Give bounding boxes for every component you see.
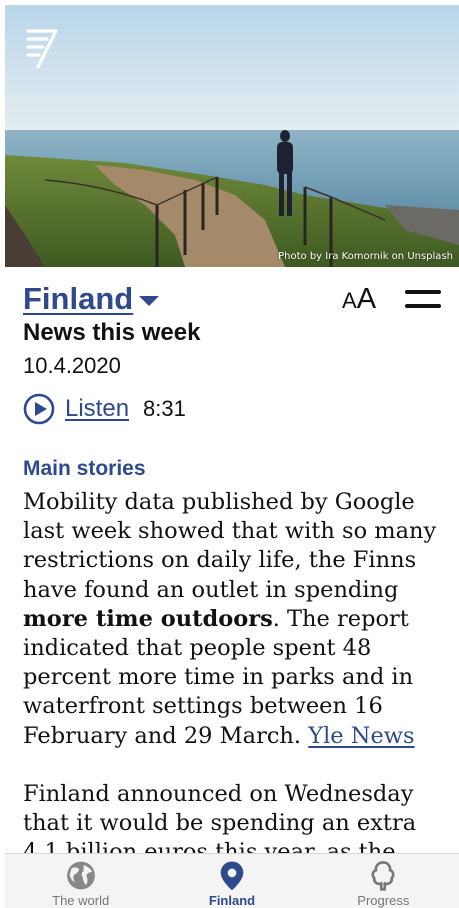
menu-bar-bottom <box>405 304 441 308</box>
paragraph-emphasis: more time outdoors <box>23 605 273 632</box>
font-size-large-glyph: A <box>356 283 377 315</box>
issue-date: 10.4.2020 <box>23 353 121 378</box>
hero-image: Photo by Ira Komornik on Unsplash <box>5 5 459 267</box>
tab-finland[interactable]: Finland <box>156 854 307 908</box>
audio-player[interactable]: Listen 8:31 <box>23 393 186 425</box>
play-icon[interactable] <box>23 393 55 425</box>
region-title[interactable]: Finland <box>23 281 133 317</box>
article-body: Mobility data published by Google last w… <box>23 488 453 896</box>
font-size-button[interactable]: AA <box>342 283 376 316</box>
tab-label: The world <box>52 893 110 908</box>
section-title: Main stories <box>23 457 146 480</box>
caret-down-icon[interactable] <box>139 296 160 306</box>
source-link[interactable]: Yle News <box>308 723 414 749</box>
font-size-small-glyph: A <box>342 288 357 313</box>
listen-link[interactable]: Listen <box>65 395 129 423</box>
audio-duration: 8:31 <box>143 396 186 421</box>
tab-bar: The world Finland Progress <box>5 853 459 908</box>
hero-photo <box>5 5 459 267</box>
tab-label: Finland <box>208 893 256 908</box>
menu-bar-top <box>405 290 441 294</box>
app-logo-icon[interactable] <box>25 27 59 71</box>
paragraph-text: Mobility data published by Google last w… <box>23 489 437 603</box>
photo-credit: Photo by Ira Komornik on Unsplash <box>278 251 453 262</box>
globe-icon <box>66 861 95 890</box>
tree-icon <box>371 861 395 891</box>
region-selector[interactable]: Finland <box>23 281 160 317</box>
menu-icon[interactable] <box>405 290 441 312</box>
location-pin-icon <box>220 861 244 891</box>
tab-the-world[interactable]: The world <box>5 854 156 908</box>
article-paragraph: Mobility data published by Google last w… <box>23 488 453 751</box>
tab-label: Progress <box>357 893 410 908</box>
app-screen: Photo by Ira Komornik on Unsplash Finlan… <box>5 5 459 908</box>
page-subtitle: News this week <box>23 319 201 346</box>
tab-progress[interactable]: Progress <box>308 854 459 908</box>
